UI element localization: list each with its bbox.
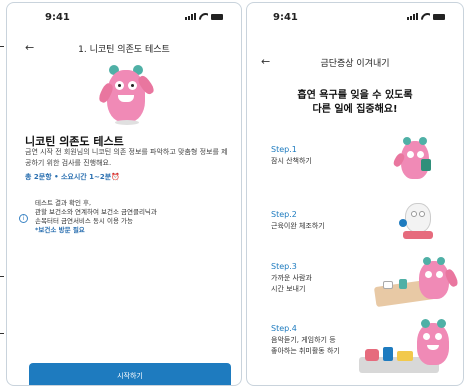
status-time: 9:41 <box>45 12 70 23</box>
test-description: 금연 시작 전 회원님의 니코틴 의존 정보를 파악하고 맞춤형 정보를 제공하… <box>25 148 228 167</box>
step-text: 근육이완 체조하기 <box>271 222 325 230</box>
step-text: 가까운 사람과 <box>271 274 312 282</box>
info-line: 테스트 결과 확인 후, <box>35 199 92 207</box>
page-title: 1. 니코틴 의존도 테스트 <box>78 45 170 55</box>
step-label: Step.3 <box>271 262 297 271</box>
page-title: 금단증상 이겨내기 <box>320 59 390 69</box>
info-highlight: *보건소 방문 필요 <box>35 226 85 234</box>
test-meta: 총 2문항 • 소요시간 1~2분⏰ <box>25 173 120 181</box>
step-item: Step.2 근육이완 체조하기 <box>271 210 325 232</box>
battery-icon <box>211 14 223 20</box>
step-label: Step.2 <box>271 210 297 219</box>
friends-mascot-illustration <box>369 255 460 308</box>
walking-mascot-illustration <box>392 137 435 185</box>
step-label: Step.1 <box>271 145 297 154</box>
step-text: 음악듣기, 게임하기 등 <box>271 336 336 344</box>
info-line: 손목터터 금연서비스 동시 이용 가능 <box>35 217 133 225</box>
edge-mark <box>0 46 4 47</box>
withdrawal-tips-screen: 9:41 ← 금단증상 이겨내기 흡연 욕구를 잊을 수 있도록 다른 일에 집… <box>246 2 464 386</box>
info-notice: i 테스트 결과 확인 후, 관할 보건소와 연계하여 보건소 금연클리닉과 손… <box>17 199 231 239</box>
status-time: 9:41 <box>273 12 298 23</box>
info-text: 테스트 결과 확인 후, 관할 보건소와 연계하여 보건소 금연클리닉과 손목터… <box>35 199 157 235</box>
system-icons <box>185 13 223 20</box>
hobby-mascot-illustration <box>355 319 459 381</box>
stretching-mascot-illustration <box>399 199 437 243</box>
wifi-icon <box>421 13 430 20</box>
signal-icon <box>185 13 196 20</box>
wifi-icon <box>199 13 208 20</box>
step-item: Step.4 음악듣기, 게임하기 등 좋아하는 취미활동 하기 <box>271 324 340 357</box>
status-bar: 9:41 <box>7 3 241 29</box>
edge-mark <box>0 276 4 277</box>
mascot-illustration <box>97 65 156 127</box>
step-text: 잠시 산책하기 <box>271 157 312 165</box>
hero-line: 다른 일에 집중해요! <box>312 104 398 115</box>
system-icons <box>407 13 445 20</box>
step-item: Step.3 가까운 사람과 시간 보내기 <box>271 262 312 295</box>
signal-icon <box>407 13 418 20</box>
info-line: 관할 보건소와 연계하여 보건소 금연클리닉과 <box>35 208 157 216</box>
nav-bar: ← 1. 니코틴 의존도 테스트 <box>7 39 241 59</box>
hero-heading: 흡연 욕구를 잊을 수 있도록 다른 일에 집중해요! <box>247 89 463 117</box>
battery-icon <box>433 14 445 20</box>
status-bar: 9:41 <box>247 3 463 29</box>
edge-mark <box>0 333 4 334</box>
nicotine-test-screen: 9:41 ← 1. 니코틴 의존도 테스트 니코틴 의존도 테스트 금연 시작 … <box>6 2 242 386</box>
step-text: 시간 보내기 <box>271 285 306 293</box>
step-label: Step.4 <box>271 324 297 333</box>
info-icon: i <box>19 214 28 223</box>
start-button[interactable]: 시작하기 <box>29 363 231 385</box>
step-text: 좋아하는 취미활동 하기 <box>271 347 340 355</box>
hero-line: 흡연 욕구를 잊을 수 있도록 <box>297 90 413 101</box>
nav-bar: ← 금단증상 이겨내기 <box>247 53 463 73</box>
step-item: Step.1 잠시 산책하기 <box>271 145 312 167</box>
